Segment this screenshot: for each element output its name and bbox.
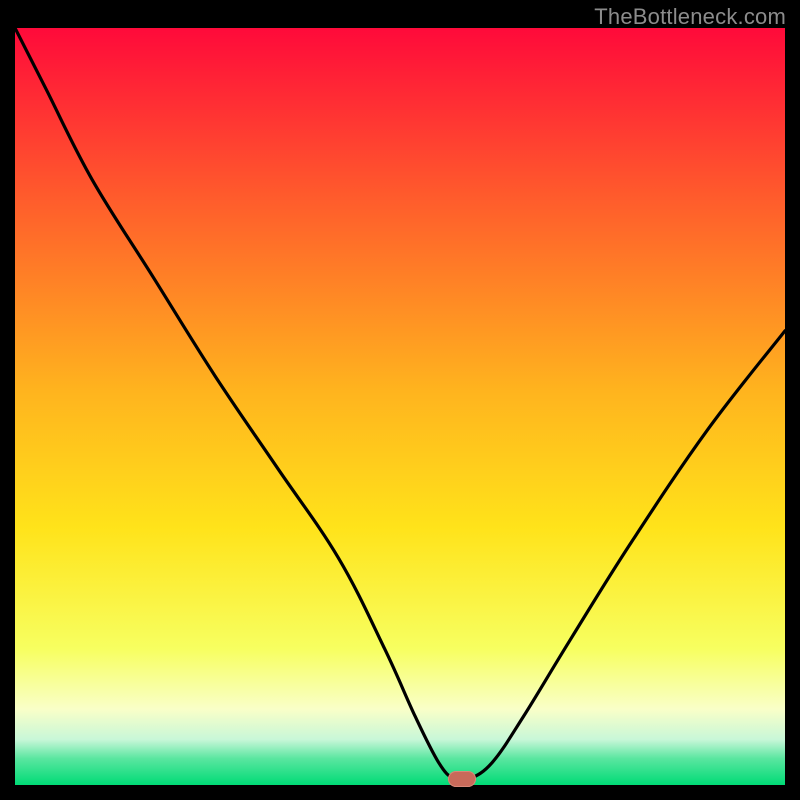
chart-svg [15, 28, 785, 785]
current-config-marker [448, 771, 476, 787]
watermark-text: TheBottleneck.com [594, 4, 786, 30]
chart-frame: TheBottleneck.com [0, 0, 800, 800]
plot-area [15, 28, 785, 785]
gradient-background [15, 28, 785, 785]
